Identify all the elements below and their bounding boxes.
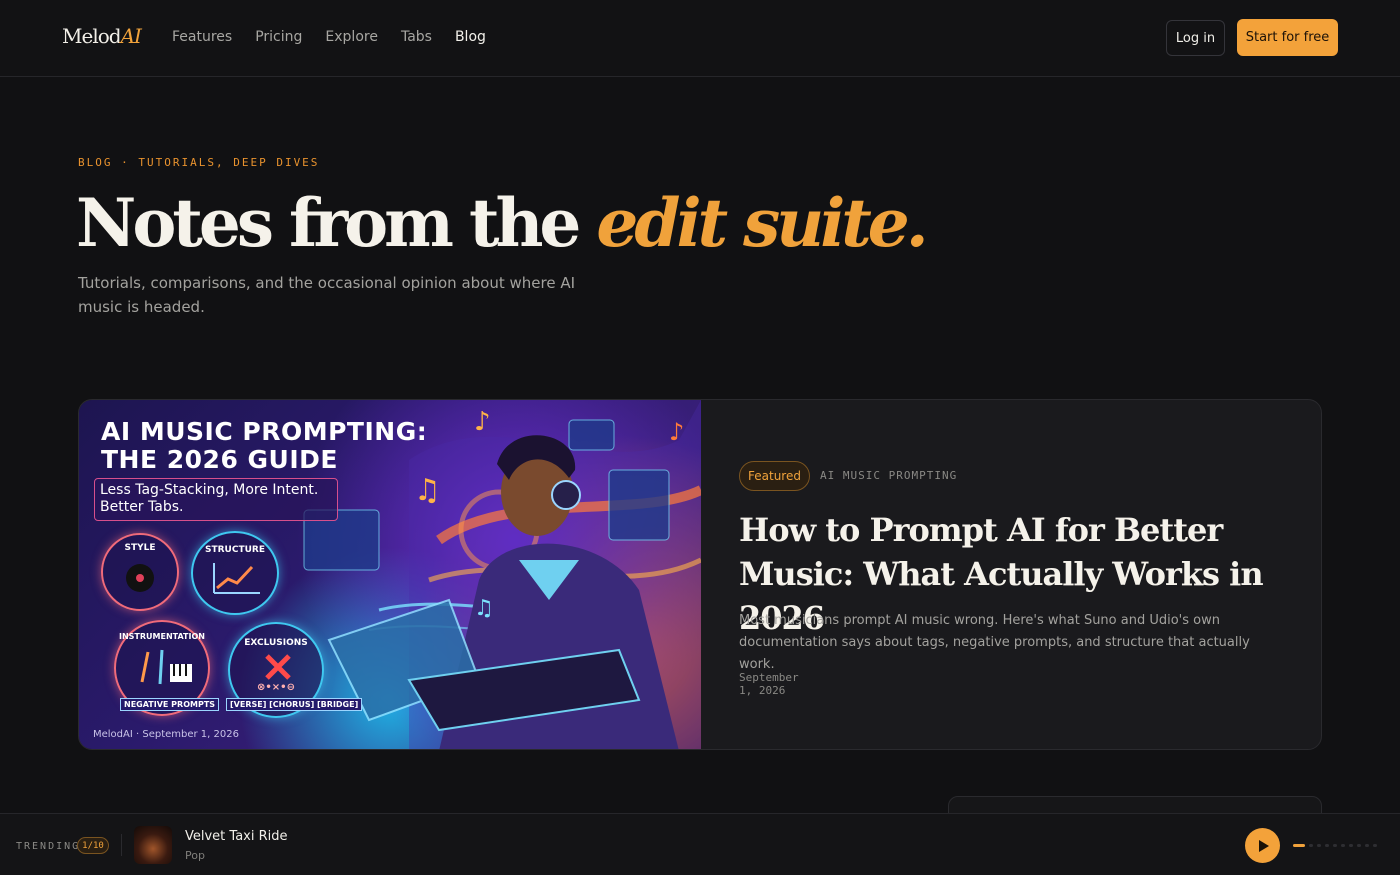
trending-player-bar: TRENDING 1/10 Velvet Taxi Ride Pop — [0, 813, 1400, 875]
start-free-button[interactable]: Start for free — [1237, 19, 1338, 56]
sections-tag: [VERSE] [CHORUS] [BRIDGE] — [226, 698, 363, 711]
track-genre: Pop — [185, 849, 205, 862]
title-accent: edit suite. — [596, 184, 928, 262]
exclusions-label: EXCLUSIONS — [244, 638, 308, 648]
track-progress-indicator[interactable] — [1293, 844, 1377, 847]
page-subtitle: Tutorials, comparisons, and the occasion… — [78, 274, 576, 316]
guitar-icon — [140, 649, 192, 685]
divider — [121, 834, 122, 856]
svg-text:♪: ♪ — [669, 418, 684, 446]
instrumentation-label: INSTRUMENTATION — [118, 632, 205, 641]
nav-link-blog[interactable]: Blog — [455, 29, 486, 45]
featured-image[interactable]: ♪ ♫ ♪ ♫ AI MUSIC PROMPTING: THE 2026 GUI… — [79, 400, 701, 749]
progress-segment[interactable] — [1349, 844, 1353, 847]
style-circle: STYLE — [101, 533, 179, 611]
page-title: Notes from the edit suite. — [76, 178, 929, 268]
svg-text:♫: ♫ — [474, 596, 494, 621]
image-credit: MelodAI · September 1, 2026 — [93, 729, 239, 740]
svg-text:♫: ♫ — [414, 473, 441, 508]
negative-prompts-tag: NEGATIVE PROMPTS — [120, 698, 220, 711]
nav-links: Features Pricing Explore Tabs Blog — [172, 29, 486, 45]
track-counter-badge: 1/10 — [77, 837, 109, 854]
image-title: AI MUSIC PROMPTING: THE 2026 GUIDE — [101, 418, 427, 474]
nav-link-tabs[interactable]: Tabs — [401, 29, 432, 45]
trending-label: TRENDING — [16, 841, 81, 852]
progress-segment[interactable] — [1333, 844, 1337, 847]
nav-link-features[interactable]: Features — [172, 29, 232, 45]
login-button[interactable]: Log in — [1166, 20, 1225, 56]
progress-segment[interactable] — [1309, 844, 1313, 847]
nav-link-pricing[interactable]: Pricing — [255, 29, 302, 45]
play-button[interactable] — [1245, 828, 1280, 863]
post-excerpt: Most musicians prompt AI music wrong. He… — [739, 613, 1250, 672]
structure-circle: STRUCTURE — [191, 531, 279, 615]
logo-accent: AI — [120, 24, 142, 48]
play-icon — [1258, 839, 1269, 852]
featured-post-card[interactable]: ♪ ♫ ♪ ♫ AI MUSIC PROMPTING: THE 2026 GUI… — [78, 399, 1322, 750]
instrumentation-circle: INSTRUMENTATION NEGATIVE PROMPTS — [114, 620, 220, 716]
chart-up-icon — [213, 563, 260, 594]
structure-label: STRUCTURE — [205, 545, 265, 555]
post-category[interactable]: AI MUSIC PROMPTING — [820, 469, 957, 482]
logo-text: Melod — [62, 24, 122, 48]
progress-segment[interactable] — [1357, 844, 1361, 847]
exclusion-symbols: ⊗•×•⊖ — [257, 682, 295, 693]
image-title-line1: AI MUSIC PROMPTING: — [101, 417, 428, 446]
progress-segment[interactable] — [1325, 844, 1329, 847]
featured-badge: Featured — [739, 461, 810, 491]
logo[interactable]: MelodAI — [62, 24, 142, 48]
track-title[interactable]: Velvet Taxi Ride — [185, 829, 288, 844]
image-title-line2: THE 2026 GUIDE — [101, 445, 338, 474]
progress-segment[interactable] — [1365, 844, 1369, 847]
image-tagline: Less Tag-Stacking, More Intent. Better T… — [94, 478, 338, 521]
vinyl-icon — [126, 564, 154, 592]
x-icon — [265, 654, 291, 680]
nav-link-explore[interactable]: Explore — [325, 29, 378, 45]
exclusions-circle: EXCLUSIONS ⊗•×•⊖ [VERSE] [CHORUS] [BRIDG… — [226, 622, 363, 718]
post-date: September 1, 2026 — [739, 671, 799, 697]
top-nav: MelodAI Features Pricing Explore Tabs Bl… — [0, 0, 1400, 77]
page-eyebrow: BLOG · TUTORIALS, DEEP DIVES — [78, 156, 320, 169]
title-plain: Notes from the — [76, 184, 597, 262]
progress-segment[interactable] — [1341, 844, 1345, 847]
style-label: STYLE — [124, 543, 156, 553]
svg-text:♪: ♪ — [474, 407, 491, 437]
progress-segment[interactable] — [1293, 844, 1305, 847]
progress-segment[interactable] — [1373, 844, 1377, 847]
progress-segment[interactable] — [1317, 844, 1321, 847]
track-cover-art[interactable] — [134, 826, 172, 864]
